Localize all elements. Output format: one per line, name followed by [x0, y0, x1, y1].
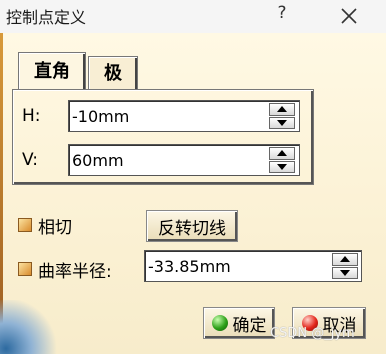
v-spinner	[68, 144, 300, 176]
curvature-radius-checkbox[interactable]	[18, 262, 32, 276]
curvature-radius-label: 曲率半径:	[38, 262, 112, 282]
curvature-increment-button[interactable]	[332, 253, 358, 266]
h-spinner	[68, 100, 300, 132]
watermark: CSDN @_jym	[270, 326, 355, 341]
tab-cartesian[interactable]: 直角	[18, 52, 86, 91]
ok-button[interactable]: 确定	[203, 307, 275, 339]
down-arrow-icon	[277, 119, 287, 126]
background-decoration	[0, 300, 60, 354]
ok-label: 确定	[232, 315, 267, 336]
down-arrow-icon	[340, 269, 350, 276]
down-arrow-icon	[277, 163, 287, 170]
tangent-label: 相切	[38, 218, 72, 238]
up-arrow-icon	[340, 256, 350, 263]
window-title: 控制点定义	[6, 8, 87, 27]
v-label: V:	[22, 150, 38, 170]
h-input[interactable]	[72, 104, 262, 128]
v-input[interactable]	[72, 148, 262, 172]
tangent-checkbox[interactable]	[18, 218, 32, 232]
h-increment-button[interactable]	[269, 103, 295, 116]
v-spin-buttons	[269, 147, 295, 173]
h-label: H:	[22, 106, 41, 126]
curvature-spin-buttons	[332, 253, 358, 279]
ok-icon	[211, 315, 228, 331]
help-icon[interactable]: ?	[272, 3, 292, 23]
h-spin-buttons	[269, 103, 295, 129]
h-decrement-button[interactable]	[269, 116, 295, 129]
reverse-tangent-button[interactable]: 反转切线	[146, 210, 238, 242]
curvature-radius-input[interactable]	[148, 254, 328, 278]
curvature-radius-spinner	[144, 250, 362, 282]
title-bar: 控制点定义 ?	[0, 0, 386, 33]
v-decrement-button[interactable]	[269, 160, 295, 173]
v-increment-button[interactable]	[269, 147, 295, 160]
curvature-decrement-button[interactable]	[332, 266, 358, 279]
close-icon[interactable]	[337, 4, 361, 28]
up-arrow-icon	[277, 150, 287, 157]
tab-polar[interactable]: 极	[88, 56, 138, 91]
up-arrow-icon	[277, 106, 287, 113]
